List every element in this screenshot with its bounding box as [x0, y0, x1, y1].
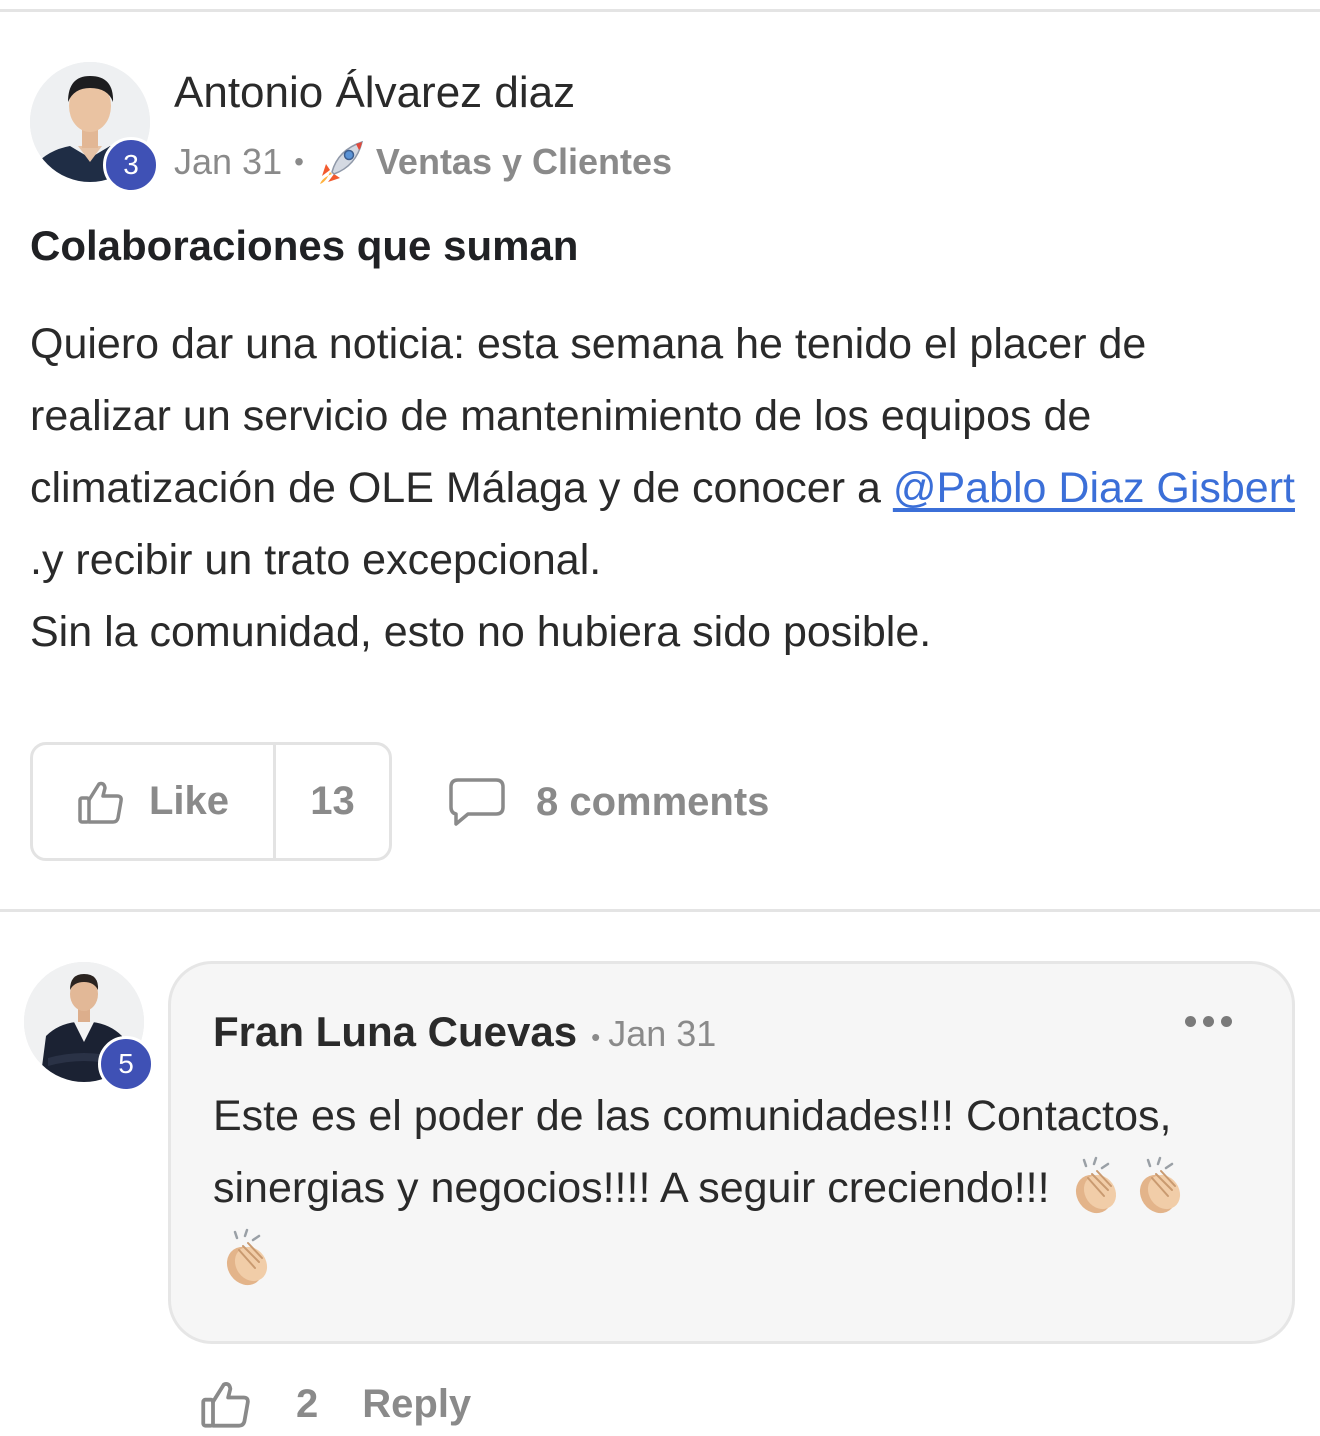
post-comments-divider	[0, 909, 1320, 912]
like-label: Like	[148, 779, 230, 823]
post-title: Colaboraciones que suman	[30, 222, 579, 269]
comment-author-name[interactable]: Fran Luna Cuevas	[213, 1008, 577, 1056]
thumbs-up-icon	[78, 781, 123, 824]
more-options-icon[interactable]	[1185, 1016, 1232, 1027]
post-category-label[interactable]: Ventas y Clientes	[376, 141, 672, 183]
reply-button[interactable]: Reply	[362, 1382, 471, 1427]
post-body: Quiero dar una noticia: esta semana he t…	[30, 308, 1295, 668]
clapping-hands-icon	[226, 1228, 268, 1286]
like-control: Like 13	[30, 742, 392, 861]
post-author-level-badge: 3	[103, 137, 159, 193]
user-mention-link[interactable]: @Pablo Diaz Gisbert	[893, 464, 1295, 512]
clapping-hands-icon	[1075, 1156, 1116, 1214]
post-body-paragraph: Quiero dar una noticia: esta semana he t…	[30, 308, 1295, 596]
post-body-text-2: .y recibir un trato excepcional.	[30, 536, 602, 584]
comments-button[interactable]: 8 comments	[448, 770, 769, 834]
comment-author-level-badge: 5	[98, 1036, 154, 1092]
like-count[interactable]: 13	[276, 745, 389, 858]
clapping-hands-icon	[1139, 1156, 1180, 1214]
comment-actions: 2 Reply	[200, 1372, 471, 1436]
comment-bubble: Fran Luna Cuevas • Jan 31 Este es el pod…	[168, 961, 1295, 1344]
rocket-icon	[319, 140, 363, 184]
like-button[interactable]: Like	[33, 745, 276, 858]
comments-count-label: 8 comments	[536, 779, 770, 824]
post-date[interactable]: Jan 31	[174, 141, 282, 183]
post-author-name[interactable]: Antonio Álvarez diaz	[174, 68, 575, 118]
post-body-line-2: Sin la comunidad, esto no hubiera sido p…	[30, 608, 932, 656]
comment-text-body: Este es el poder de las comunidades!!! C…	[213, 1092, 1172, 1212]
thumbs-up-icon[interactable]	[200, 1378, 252, 1430]
comment-date[interactable]: Jan 31	[608, 1013, 716, 1055]
comment-like-count[interactable]: 2	[296, 1382, 318, 1427]
comment-text: Este es el poder de las comunidades!!! C…	[213, 1080, 1233, 1296]
meta-separator: •	[591, 1022, 601, 1052]
top-divider	[0, 9, 1320, 12]
comment-header: Fran Luna Cuevas • Jan 31	[213, 1008, 716, 1056]
meta-separator: •	[294, 146, 304, 177]
comment-bubble-icon	[449, 778, 505, 826]
post-meta: Jan 31 • Ventas y Clientes	[174, 138, 672, 186]
